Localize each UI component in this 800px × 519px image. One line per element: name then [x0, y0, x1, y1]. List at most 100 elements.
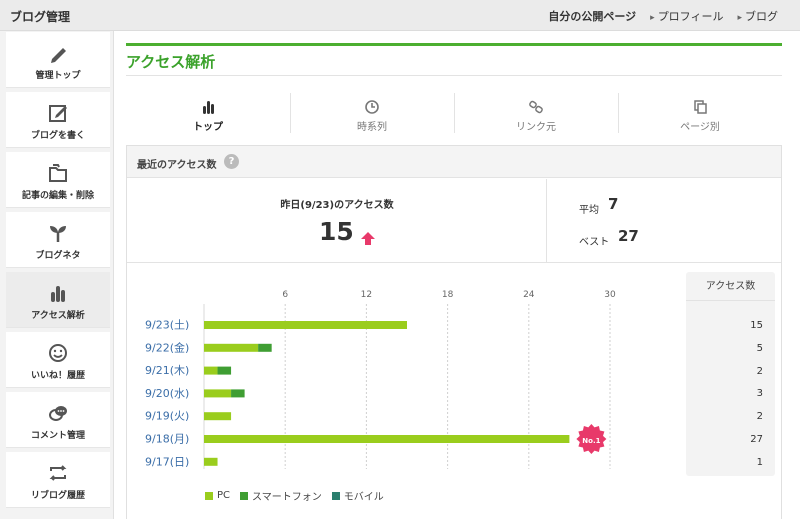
- tab-top[interactable]: トップ: [126, 93, 290, 135]
- legend-swatch: [205, 491, 213, 500]
- sidebar-item-comments[interactable]: コメント管理: [6, 392, 110, 448]
- sprout-icon: [50, 226, 66, 242]
- tab-pages[interactable]: ページ別: [618, 93, 782, 135]
- access-count-value: 3: [756, 388, 763, 400]
- access-count-value: 27: [750, 434, 763, 445]
- tab-timeseries[interactable]: 時系列: [290, 93, 454, 135]
- category-label: 9/23(土): [145, 319, 189, 332]
- sidebar-item-label: ブログネタ: [35, 251, 81, 261]
- access-count-panel: アクセス数 15 5 2 3 2 27 1: [686, 272, 775, 476]
- x-tick-label: 18: [442, 290, 454, 300]
- bar-pc: [204, 457, 218, 466]
- bar-pc: [204, 412, 232, 421]
- sidebar-item-label: コメント管理: [30, 431, 85, 441]
- sidebar-item-admin-top[interactable]: 管理トップ: [6, 32, 110, 88]
- tab-label: リンク元: [516, 122, 556, 133]
- smile-icon: [49, 344, 67, 362]
- legend-item-smartphone: スマートフォン: [240, 488, 322, 503]
- sidebar-item-blog-neta[interactable]: ブログネタ: [6, 212, 110, 268]
- pencil-icon: [51, 48, 66, 63]
- sidebar-item-access[interactable]: アクセス解析: [6, 272, 110, 328]
- sidebar-item-label: ブログを書く: [30, 131, 85, 141]
- up-arrow-icon: [361, 232, 375, 245]
- access-count-value: 15: [750, 320, 763, 331]
- tab-label: ページ別: [680, 122, 720, 133]
- bar-smartphone: [231, 389, 245, 398]
- legend-label: PC: [217, 490, 231, 501]
- recent-access-header: 最近のアクセス数 ?: [127, 146, 781, 178]
- access-count-header: アクセス数: [686, 272, 775, 301]
- sidebar-item-reblog[interactable]: リブログ履歴: [6, 452, 110, 508]
- recent-access-panel: 最近のアクセス数 ? 昨日(9/23)のアクセス数 15 平均 7 ベスト 27…: [126, 145, 782, 519]
- brand-title: ブログ管理: [10, 10, 71, 24]
- access-count-value: 1: [756, 456, 763, 468]
- comment-icon: [49, 406, 67, 421]
- best-value: 27: [618, 227, 639, 245]
- blog-link[interactable]: ブログ: [737, 8, 778, 24]
- sidebar-item-label: 管理トップ: [35, 71, 81, 81]
- legend-label: モバイル: [343, 492, 384, 503]
- sidebar-item-likes[interactable]: いいね！履歴: [6, 332, 110, 388]
- tab-label: 時系列: [357, 122, 387, 133]
- legend-item-pc: PC: [205, 488, 230, 503]
- page-title: アクセス解析: [126, 53, 216, 71]
- top-links: 自分の公開ページ プロフィール ブログ: [548, 8, 778, 24]
- average-value: 7: [608, 195, 619, 213]
- average-label: 平均: [579, 205, 599, 216]
- legend-label: スマートフォン: [252, 492, 322, 503]
- bar-pc: [204, 366, 218, 375]
- category-label: 9/21(木): [145, 364, 189, 377]
- category-label: 9/17(日): [145, 455, 189, 468]
- title-accent-line: [126, 43, 782, 46]
- access-count-value: 5: [756, 342, 763, 354]
- link-icon: [529, 100, 543, 114]
- sidebar-item-label: アクセス解析: [31, 311, 85, 321]
- bar-pc: [204, 321, 407, 329]
- sidebar-item-label: 記事の編集・削除: [21, 191, 94, 201]
- chart-legend: PC スマートフォン モバイル: [205, 488, 384, 503]
- yesterday-label: 昨日(9/23)のアクセス数: [280, 200, 394, 211]
- category-label: 9/18(月): [145, 433, 189, 446]
- pages-icon: [694, 100, 707, 114]
- x-tick-label: 12: [361, 290, 372, 300]
- profile-link[interactable]: プロフィール: [650, 8, 724, 24]
- bar-pc: [204, 435, 570, 443]
- recent-access-title: 最近のアクセス数: [137, 160, 217, 171]
- access-bar-chart: 6 12 18 24 30 9/23(土) 9/22(金) 9/21(木) 9/20(水) 9/1…: [145, 290, 616, 469]
- bar-chart-icon: [51, 286, 65, 302]
- bar-smartphone: [258, 343, 272, 352]
- legend-item-mobile: モバイル: [331, 488, 384, 503]
- clock-icon: [365, 100, 379, 114]
- access-count-value: 2: [756, 365, 763, 377]
- sidebar-item-label: いいね！履歴: [30, 371, 85, 381]
- category-label: 9/22(金): [145, 340, 189, 354]
- category-label: 9/20(水): [145, 387, 189, 400]
- bar-chart-icon: [203, 101, 214, 114]
- sidebar-item-write[interactable]: ブログを書く: [6, 92, 110, 148]
- yesterday-access: 昨日(9/23)のアクセス数 15: [127, 179, 547, 263]
- x-tick-label: 30: [604, 290, 616, 300]
- no1-badge-label: No.1: [582, 437, 600, 445]
- public-page-link[interactable]: 自分の公開ページ: [548, 8, 636, 24]
- x-tick-label: 24: [523, 290, 535, 300]
- analysis-tabs: トップ 時系列 リンク元 ページ別: [126, 93, 782, 135]
- access-chart: 6 12 18 24 30 9/23(土) 9/22(金) 9/21(木) 9/20(水) 9/1…: [127, 264, 781, 519]
- bar-pc: [204, 343, 259, 352]
- x-tick-label: 6: [282, 290, 288, 300]
- tab-referrer[interactable]: リンク元: [454, 93, 618, 135]
- access-count-value: 2: [756, 411, 763, 423]
- yesterday-value: 15: [319, 217, 354, 246]
- help-icon[interactable]: ?: [224, 154, 239, 169]
- bar-smartphone: [217, 366, 232, 375]
- bar-pc: [204, 389, 232, 398]
- best-label: ベスト: [579, 237, 610, 248]
- edit-icon: [49, 105, 67, 122]
- sidebar-item-label: リブログ履歴: [30, 491, 85, 501]
- divider: [126, 75, 782, 76]
- category-label: 9/19(火): [145, 410, 189, 423]
- sidebar: 管理トップ ブログを書く 記事の編集・削除 ブログネタ アクセス解析 いいね！履…: [0, 31, 114, 519]
- top-bar: ブログ管理 自分の公開ページ プロフィール ブログ: [0, 0, 800, 31]
- legend-swatch: [331, 491, 340, 500]
- folders-icon: [49, 164, 67, 182]
- sidebar-item-edit-delete[interactable]: 記事の編集・削除: [6, 152, 110, 208]
